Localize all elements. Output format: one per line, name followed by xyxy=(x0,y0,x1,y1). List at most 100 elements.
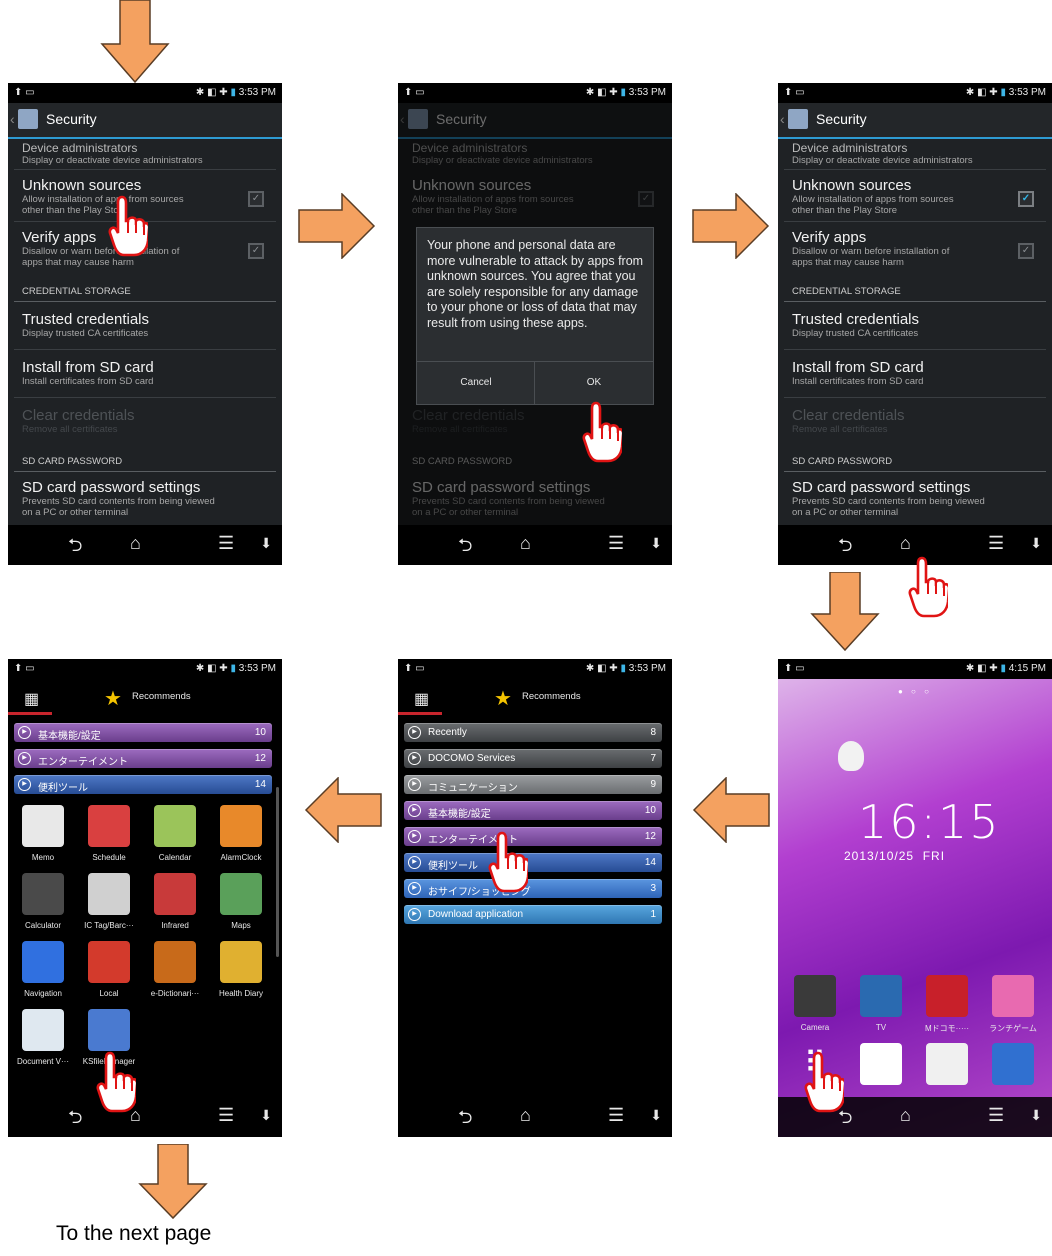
back-icon[interactable]: ⮌ xyxy=(68,1105,82,1135)
back-icon[interactable]: ⮌ xyxy=(838,533,852,563)
back-icon[interactable]: ⮌ xyxy=(458,1105,472,1135)
nav-bar: ⮌ ⌂ ☰ ⬇ xyxy=(8,1097,282,1137)
app-label: Navigation xyxy=(24,989,62,998)
expand-icon: ▶ xyxy=(408,882,421,895)
verify-apps-row[interactable]: Verify apps Disallow or warn before insta… xyxy=(792,229,1042,268)
app-tile[interactable]: IC Tag/Barc··· xyxy=(76,873,142,930)
home-shortcut[interactable]: TV xyxy=(848,975,914,1032)
trusted-credentials-row[interactable]: Trusted credentials Display trusted CA ce… xyxy=(792,311,1042,339)
category-name: Recently xyxy=(428,727,467,738)
menu-icon[interactable]: ☰ xyxy=(218,533,234,554)
dock-item[interactable] xyxy=(848,1043,914,1085)
tab-underline xyxy=(8,712,52,715)
shortcut-label: ランチゲーム xyxy=(989,1024,1037,1033)
phone-icon xyxy=(860,1043,902,1085)
back-icon[interactable]: ⮌ xyxy=(458,533,472,563)
device-admin-row[interactable]: Device administrators Display or deactiva… xyxy=(22,141,272,166)
menu-icon[interactable]: ☰ xyxy=(988,533,1004,554)
back-icon[interactable]: ⮌ xyxy=(68,533,82,563)
app-tile[interactable]: Local xyxy=(76,941,142,998)
category-row[interactable]: ▶ Download application 1 xyxy=(404,905,662,924)
recommends-tab[interactable]: Recommends xyxy=(132,691,191,702)
category-row[interactable]: ▶ コミュニケーション 9 xyxy=(404,775,662,794)
expand-icon: ▶ xyxy=(408,804,421,817)
cancel-button[interactable]: Cancel xyxy=(417,362,535,404)
unknown-sources-checkbox[interactable]: ✓ xyxy=(248,191,264,207)
app-label: IC Tag/Barc··· xyxy=(84,921,134,930)
health-diary-icon xyxy=(220,941,262,983)
verify-apps-checkbox[interactable]: ✓ xyxy=(248,243,264,259)
app-tile[interactable]: Calculator xyxy=(10,873,76,930)
install-from-sd-row[interactable]: Install from SD card Install certificates… xyxy=(792,359,1042,387)
category-row[interactable]: ▶ 基本機能/設定 10 xyxy=(404,801,662,820)
device-admin-row[interactable]: Device administrators Display or deactiva… xyxy=(792,141,1042,166)
home-icon[interactable]: ⌂ xyxy=(520,1105,531,1126)
dock-item[interactable] xyxy=(914,1043,980,1085)
back-caret-icon[interactable]: ‹ xyxy=(780,111,785,127)
app-label: Health Diary xyxy=(218,989,263,998)
category-row[interactable]: ▶ Recently 8 xyxy=(404,723,662,742)
phone-security-2: ⬆ ▭ ✱ ◧ ✚ ▮ 3:53 PM ‹ Security Device ad… xyxy=(778,83,1052,565)
install-from-sd-row[interactable]: Install from SD card Install certificates… xyxy=(22,359,272,387)
category-count: 1 xyxy=(650,909,656,920)
home-shortcut[interactable]: Mドコモ····· xyxy=(914,975,980,1034)
category-row[interactable]: ▶ 便利ツール 14 xyxy=(404,853,662,872)
recommends-tab[interactable]: Recommends xyxy=(522,691,581,702)
grid-tab-icon[interactable]: ▦ xyxy=(24,689,39,709)
page-indicator: ● ○ ○ xyxy=(898,687,932,696)
menu-icon[interactable]: ☰ xyxy=(218,1105,234,1126)
category-row[interactable]: ▶ DOCOMO Services 7 xyxy=(404,749,662,768)
back-caret-icon[interactable]: ‹ xyxy=(10,111,15,127)
grid-tab-icon[interactable]: ▦ xyxy=(414,689,429,709)
menu-icon[interactable]: ☰ xyxy=(608,533,624,554)
app-label: AlarmClock xyxy=(220,853,262,862)
app-tile[interactable]: Health Diary xyxy=(208,941,274,998)
category-row[interactable]: ▶ おサイフ/ショッピング 3 xyxy=(404,879,662,898)
app-tile[interactable]: Calendar xyxy=(142,805,208,862)
battery-icon: ▮ xyxy=(230,663,236,674)
sd-card-password-row[interactable]: SD card password settings Prevents SD car… xyxy=(792,479,1042,518)
app-label: Calendar xyxy=(158,853,192,862)
status-bar: ⬆ ▭ ✱ ◧ ✚ ▮ 3:53 PM xyxy=(398,659,672,679)
menu-icon[interactable]: ☰ xyxy=(608,1105,624,1126)
dictionary-icon xyxy=(154,941,196,983)
category-row[interactable]: ▶ 便利ツール 14 xyxy=(14,775,272,794)
home-icon[interactable]: ⌂ xyxy=(520,533,531,554)
down-arrow-top xyxy=(100,0,170,84)
home-icon[interactable]: ⌂ xyxy=(900,1105,911,1126)
home-shortcut[interactable]: Camera xyxy=(782,975,848,1032)
bookmark-icon xyxy=(926,975,968,1017)
home-icon[interactable]: ⌂ xyxy=(900,533,911,554)
category-row[interactable]: ▶ エンターテイメント 12 xyxy=(14,749,272,768)
home-icon[interactable]: ⌂ xyxy=(130,533,141,554)
app-tile[interactable]: Navigation xyxy=(10,941,76,998)
app-tile[interactable]: Infrared xyxy=(142,873,208,930)
verify-apps-checkbox[interactable]: ✓ xyxy=(1018,243,1034,259)
star-icon[interactable]: ★ xyxy=(494,686,512,711)
app-tile[interactable]: e-Dictionari··· xyxy=(142,941,208,998)
sd-card-password-row[interactable]: SD card password settings Prevents SD car… xyxy=(22,479,272,518)
mascot-icon xyxy=(838,741,864,771)
app-tile[interactable]: Schedule xyxy=(76,805,142,862)
star-icon[interactable]: ★ xyxy=(104,686,122,711)
menu-icon[interactable]: ☰ xyxy=(988,1105,1004,1126)
trusted-credentials-row[interactable]: Trusted credentials Display trusted CA ce… xyxy=(22,311,272,339)
unknown-sources-row[interactable]: Unknown sources Allow installation of app… xyxy=(792,177,1042,216)
app-tile[interactable]: Document V··· xyxy=(10,1009,76,1066)
app-tile[interactable]: AlarmClock xyxy=(208,805,274,862)
ok-button[interactable]: OK xyxy=(534,362,653,404)
scrollbar[interactable] xyxy=(276,787,279,957)
category-count: 3 xyxy=(650,883,656,894)
unknown-sources-checkbox[interactable]: ✓ xyxy=(1018,191,1034,207)
category-row[interactable]: ▶ エンターテイメント 12 xyxy=(404,827,662,846)
home-shortcut[interactable]: ランチゲーム xyxy=(980,975,1046,1034)
phone-app-grid: ⬆ ▭ ✱ ◧ ✚ ▮ 3:53 PM ▦ ★ Recommends ▶ 基本機能… xyxy=(8,659,282,1137)
category-row[interactable]: ▶ 基本機能/設定 10 xyxy=(14,723,272,742)
left-arrow-2 xyxy=(304,777,382,843)
download-icon: ⬇ xyxy=(1030,535,1042,551)
browser-icon xyxy=(992,1043,1034,1085)
app-tile[interactable]: Memo xyxy=(10,805,76,862)
dock-item[interactable] xyxy=(980,1043,1046,1085)
phone-security-dialog: ⬆ ▭ ✱ ◧ ✚ ▮ 3:53 PM ‹ Security Device ad… xyxy=(398,83,672,565)
app-tile[interactable]: Maps xyxy=(208,873,274,930)
